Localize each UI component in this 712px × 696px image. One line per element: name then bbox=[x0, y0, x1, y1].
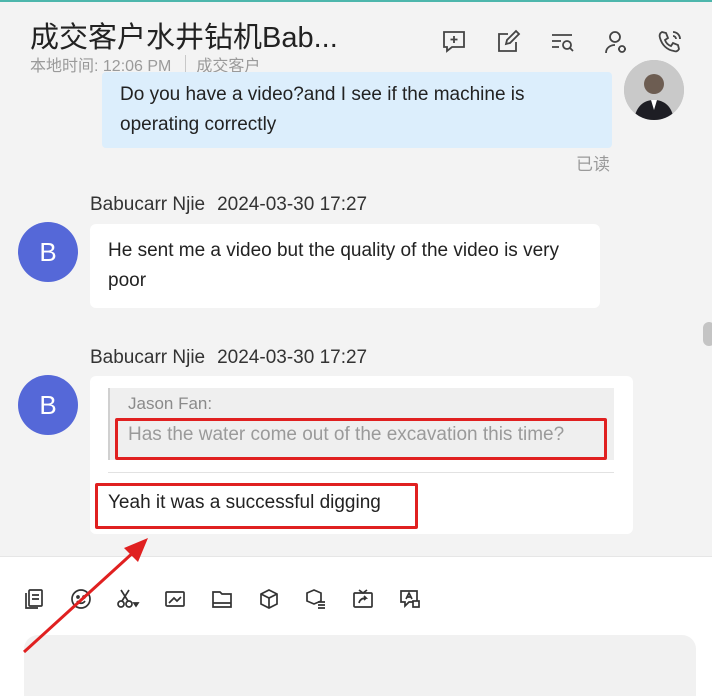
image-icon[interactable] bbox=[163, 587, 187, 611]
scissors-icon[interactable] bbox=[116, 587, 140, 611]
message-time: 2024-03-30 17:27 bbox=[217, 194, 368, 215]
message-input-area[interactable] bbox=[24, 635, 696, 696]
quote-divider bbox=[108, 472, 614, 473]
header-actions bbox=[440, 28, 684, 56]
video-share-icon[interactable] bbox=[351, 587, 375, 611]
self-avatar[interactable] bbox=[624, 60, 684, 120]
read-status: 已读 bbox=[576, 155, 610, 174]
message-time: 2024-03-30 17:27 bbox=[217, 347, 368, 368]
contact-settings-icon[interactable] bbox=[602, 28, 630, 56]
catalog-icon[interactable] bbox=[304, 587, 328, 611]
message-meta: Babucarr Njie 2024-03-30 17:27 bbox=[90, 347, 367, 369]
incoming-message-text: He sent me a video but the quality of th… bbox=[108, 240, 559, 291]
message-composer bbox=[0, 556, 712, 696]
sender-name: Babucarr Njie bbox=[90, 194, 206, 215]
emoji-icon[interactable] bbox=[69, 587, 93, 611]
message-meta: Babucarr Njie 2024-03-30 17:27 bbox=[90, 194, 367, 216]
outgoing-message-bubble[interactable]: Do you have a video?and I see if the mac… bbox=[102, 72, 612, 148]
contact-avatar[interactable]: B bbox=[18, 375, 78, 435]
outgoing-message-text: Do you have a video?and I see if the mac… bbox=[120, 84, 525, 135]
incoming-message-bubble[interactable]: He sent me a video but the quality of th… bbox=[90, 224, 600, 308]
sender-name: Babucarr Njie bbox=[90, 347, 206, 368]
chat-title: 成交客户水井钻机Bab... bbox=[30, 22, 338, 54]
folder-icon[interactable] bbox=[210, 587, 234, 611]
subtitle-divider bbox=[185, 55, 187, 73]
edit-icon[interactable] bbox=[494, 28, 522, 56]
product-box-icon[interactable] bbox=[257, 587, 281, 611]
quoted-sender: Jason Fan: bbox=[128, 394, 213, 413]
composer-toolbar bbox=[22, 587, 422, 611]
phone-icon[interactable] bbox=[656, 28, 684, 56]
highlight-box-reply bbox=[95, 483, 418, 529]
clipboard-icon[interactable] bbox=[22, 587, 46, 611]
scrollbar-thumb[interactable] bbox=[703, 322, 712, 346]
highlight-box-quote bbox=[115, 418, 607, 460]
translate-icon[interactable] bbox=[398, 587, 422, 611]
search-list-icon[interactable] bbox=[548, 28, 576, 56]
contact-avatar[interactable]: B bbox=[18, 222, 78, 282]
chat-plus-icon[interactable] bbox=[440, 28, 468, 56]
